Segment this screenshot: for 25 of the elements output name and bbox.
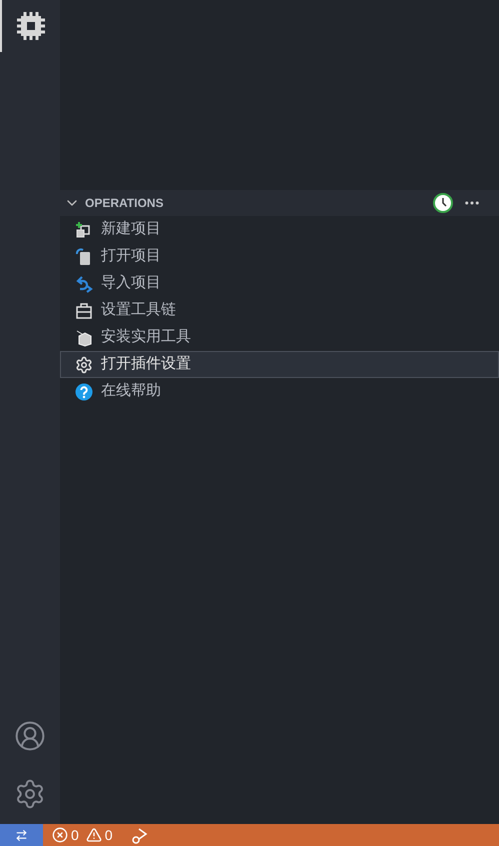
box-icon [75, 328, 93, 346]
remote-button[interactable] [0, 824, 43, 846]
account-icon[interactable] [14, 720, 46, 752]
gear-icon [75, 356, 93, 374]
toolbox-icon [75, 302, 93, 320]
operation-item[interactable]: 安装实用工具 [60, 324, 499, 351]
help-icon [75, 382, 93, 400]
error-icon [52, 827, 68, 843]
new-project-icon [75, 220, 93, 238]
operation-item[interactable]: 在线帮助 [60, 378, 499, 405]
chip-icon [16, 11, 46, 41]
history-icon[interactable] [433, 193, 453, 213]
document-icon [75, 248, 93, 266]
operation-item[interactable]: 导入项目 [60, 270, 499, 297]
section-header[interactable]: OPERATIONS [60, 190, 499, 216]
warning-icon [86, 827, 102, 843]
remote-icon [15, 828, 28, 842]
arrow-icon [75, 274, 93, 292]
operation-item[interactable]: 新建项目 [60, 216, 499, 243]
operation-item[interactable]: 设置工具链 [60, 297, 499, 324]
section-title: OPERATIONS [85, 195, 164, 212]
settings-icon[interactable] [14, 778, 46, 810]
operation-item[interactable]: 打开项目 [60, 243, 499, 270]
operation-item[interactable]: 打开插件设置 [60, 351, 499, 378]
problems-button[interactable]: 0 0 [52, 824, 113, 846]
